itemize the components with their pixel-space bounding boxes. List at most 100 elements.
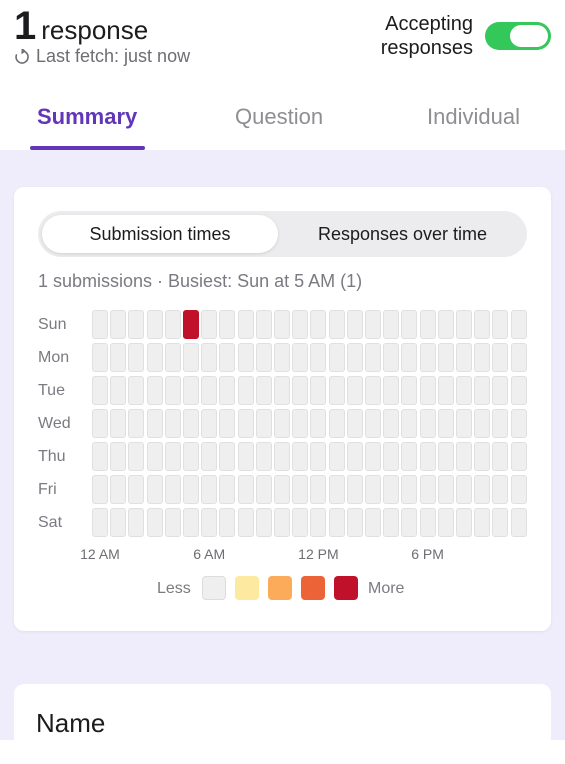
heatmap-cell[interactable]: [146, 442, 163, 471]
heatmap-cell[interactable]: [310, 409, 327, 438]
heatmap-cell[interactable]: [237, 310, 254, 339]
heatmap-cell[interactable]: [383, 409, 400, 438]
heatmap-cell[interactable]: [128, 508, 145, 537]
heatmap-cell[interactable]: [110, 442, 127, 471]
heatmap-cell[interactable]: [274, 508, 290, 537]
heatmap-cell[interactable]: [346, 343, 363, 372]
heatmap-cell[interactable]: [474, 409, 491, 438]
heatmap-cell[interactable]: [383, 376, 400, 405]
heatmap-cell[interactable]: [255, 310, 272, 339]
heatmap-cell[interactable]: [456, 409, 472, 438]
heatmap-cell[interactable]: [146, 376, 163, 405]
heatmap-cell[interactable]: [492, 442, 509, 471]
heatmap-cell[interactable]: [492, 508, 509, 537]
heatmap-cell[interactable]: [419, 442, 436, 471]
heatmap-cell[interactable]: [401, 442, 418, 471]
heatmap-cell[interactable]: [292, 376, 309, 405]
heatmap-cell[interactable]: [456, 343, 472, 372]
heatmap-cell[interactable]: [183, 310, 199, 339]
heatmap-cell[interactable]: [219, 310, 236, 339]
heatmap-cell[interactable]: [310, 508, 327, 537]
heatmap-cell[interactable]: [110, 409, 127, 438]
heatmap-cell[interactable]: [274, 343, 290, 372]
heatmap-cell[interactable]: [201, 376, 218, 405]
heatmap-cell[interactable]: [164, 475, 181, 504]
heatmap-cell[interactable]: [219, 343, 236, 372]
heatmap-cell[interactable]: [492, 475, 509, 504]
heatmap-cell[interactable]: [110, 376, 127, 405]
heatmap-cell[interactable]: [492, 376, 509, 405]
heatmap-cell[interactable]: [401, 475, 418, 504]
heatmap-cell[interactable]: [437, 310, 454, 339]
heatmap-cell[interactable]: [292, 310, 309, 339]
heatmap-cell[interactable]: [328, 409, 345, 438]
heatmap-cell[interactable]: [328, 343, 345, 372]
heatmap-cell[interactable]: [128, 310, 145, 339]
heatmap-cell[interactable]: [437, 442, 454, 471]
heatmap-cell[interactable]: [419, 310, 436, 339]
heatmap-cell[interactable]: [128, 376, 145, 405]
heatmap-cell[interactable]: [255, 442, 272, 471]
heatmap-cell[interactable]: [164, 376, 181, 405]
heatmap-cell[interactable]: [292, 409, 309, 438]
heatmap-cell[interactable]: [274, 310, 290, 339]
heatmap-cell[interactable]: [128, 475, 145, 504]
heatmap-cell[interactable]: [128, 442, 145, 471]
heatmap-cell[interactable]: [456, 310, 472, 339]
heatmap-cell[interactable]: [346, 310, 363, 339]
heatmap-cell[interactable]: [292, 442, 309, 471]
heatmap-cell[interactable]: [437, 409, 454, 438]
heatmap-cell[interactable]: [492, 343, 509, 372]
heatmap-cell[interactable]: [365, 310, 381, 339]
heatmap-cell[interactable]: [183, 343, 199, 372]
heatmap-cell[interactable]: [274, 442, 290, 471]
heatmap-cell[interactable]: [510, 343, 527, 372]
heatmap-cell[interactable]: [310, 343, 327, 372]
heatmap-cell[interactable]: [474, 475, 491, 504]
heatmap-cell[interactable]: [237, 343, 254, 372]
heatmap-cell[interactable]: [164, 343, 181, 372]
heatmap-cell[interactable]: [419, 475, 436, 504]
heatmap-cell[interactable]: [219, 409, 236, 438]
heatmap-cell[interactable]: [183, 442, 199, 471]
heatmap-cell[interactable]: [328, 310, 345, 339]
heatmap-cell[interactable]: [510, 310, 527, 339]
tab-question[interactable]: Question: [235, 104, 323, 130]
heatmap-cell[interactable]: [110, 508, 127, 537]
heatmap-cell[interactable]: [310, 442, 327, 471]
heatmap-cell[interactable]: [401, 343, 418, 372]
heatmap-cell[interactable]: [437, 343, 454, 372]
heatmap-cell[interactable]: [92, 343, 108, 372]
heatmap-cell[interactable]: [274, 475, 290, 504]
heatmap-cell[interactable]: [365, 376, 381, 405]
segment-responses-over-time[interactable]: Responses over time: [282, 215, 523, 253]
heatmap-cell[interactable]: [510, 442, 527, 471]
heatmap-cell[interactable]: [201, 343, 218, 372]
heatmap-cell[interactable]: [128, 409, 145, 438]
heatmap-cell[interactable]: [255, 475, 272, 504]
segment-submission-times[interactable]: Submission times: [42, 215, 278, 253]
heatmap-cell[interactable]: [437, 475, 454, 504]
heatmap-cell[interactable]: [456, 475, 472, 504]
heatmap-cell[interactable]: [146, 343, 163, 372]
heatmap-cell[interactable]: [346, 508, 363, 537]
heatmap-cell[interactable]: [492, 310, 509, 339]
heatmap-cell[interactable]: [146, 310, 163, 339]
heatmap-cell[interactable]: [292, 508, 309, 537]
heatmap-cell[interactable]: [164, 409, 181, 438]
heatmap-cell[interactable]: [201, 475, 218, 504]
heatmap-cell[interactable]: [365, 409, 381, 438]
heatmap-cell[interactable]: [219, 376, 236, 405]
heatmap-cell[interactable]: [474, 376, 491, 405]
heatmap-cell[interactable]: [401, 508, 418, 537]
heatmap-cell[interactable]: [328, 376, 345, 405]
tab-summary[interactable]: Summary: [37, 104, 137, 130]
heatmap-cell[interactable]: [292, 475, 309, 504]
heatmap-cell[interactable]: [219, 442, 236, 471]
heatmap-cell[interactable]: [401, 409, 418, 438]
heatmap-cell[interactable]: [219, 475, 236, 504]
heatmap-cell[interactable]: [255, 343, 272, 372]
heatmap-cell[interactable]: [237, 508, 254, 537]
heatmap-cell[interactable]: [237, 475, 254, 504]
heatmap-cell[interactable]: [437, 376, 454, 405]
